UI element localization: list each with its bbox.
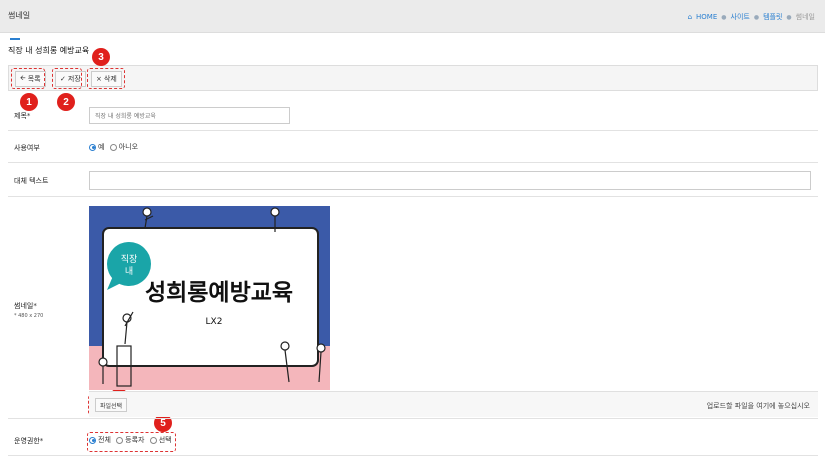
breadcrumb-separator-icon: ● [753,13,760,21]
permission-label: 운영권한* [14,437,44,445]
perm-registrant-label: 등록자 [125,436,145,444]
use-yes-label: 예 [98,143,105,151]
highlight-delete [87,68,125,89]
breadcrumb: ⌂ HOME ● 사이트 ● 템플릿 ● 썸네일 [688,12,815,22]
bubble-line1: 직장 [121,254,138,265]
perm-all-label: 전체 [98,436,111,444]
thumbnail-label: 썸네일* [14,302,37,310]
use-label: 사용여부 [14,144,40,152]
breadcrumb-current: 썸네일 [795,13,815,21]
alt-label: 대체 텍스트 [14,177,49,185]
perm-all-radio[interactable] [89,436,96,444]
upload-hint: 업로드할 파일을 여기에 놓으십시오 [706,402,810,410]
thumbnail-headline: 성희롱예방교육 [145,280,293,306]
upload-dropzone[interactable]: 파일선택 업로드할 파일을 여기에 놓으십시오 [89,391,818,417]
highlight-save [52,68,82,89]
use-no-label: 아니오 [118,143,139,151]
use-yes-radio[interactable] [89,143,96,151]
alt-row: 대체 텍스트 [8,163,818,197]
title-label: 제목* [14,112,31,120]
file-select-button[interactable]: 파일선택 [95,398,128,412]
thumbnail-illustration: 직장 내 성희롱예방교육 LX2 [89,206,330,390]
alt-text-input[interactable] [89,171,811,190]
breadcrumb-site[interactable]: 사이트 [731,12,750,22]
perm-select-radio[interactable] [149,436,157,444]
top-bar: 썸네일 ⌂ HOME ● 사이트 ● 템플릿 ● 썸네일 [0,0,825,33]
highlight-list [11,68,45,89]
breadcrumb-separator-icon: ● [786,13,792,21]
perm-select-label: 선택 [158,436,172,444]
breadcrumb-separator-icon: ● [721,13,727,21]
permission-radio-group: 전체 등록자 선택 [89,435,175,445]
toolbar: 🡨 목록 ✓ 저장 × 삭제 [8,65,818,91]
thumbnail-brand: LX2 [206,317,223,327]
bubble-line2: 내 [125,266,133,277]
title-accent-bar [10,38,20,40]
use-row: 사용여부 예 아니오 [8,131,818,163]
perm-registrant-radio[interactable] [116,436,124,444]
thumbnail-size-hint: * 480 x 270 [14,313,44,319]
step-badge-3: 3 [92,48,110,66]
use-radio-group: 예 아니오 [89,142,141,152]
thumbnail-image: 직장 내 성희롱예방교육 LX2 [89,206,330,390]
page-title: 직장 내 성희롱 예방교육 [8,46,90,55]
use-no-radio[interactable] [109,143,117,151]
permission-row: 운영권한* 전체 등록자 선택 [8,419,818,456]
home-icon[interactable]: ⌂ [688,13,692,21]
breadcrumb-home[interactable]: HOME [696,13,717,21]
breadcrumb-template[interactable]: 템플릿 [763,12,782,22]
section-title: 썸네일 [8,11,31,20]
title-row: 제목* 직장 내 성희롱 예방교육 [8,99,818,131]
title-input[interactable]: 직장 내 성희롱 예방교육 [89,107,290,124]
